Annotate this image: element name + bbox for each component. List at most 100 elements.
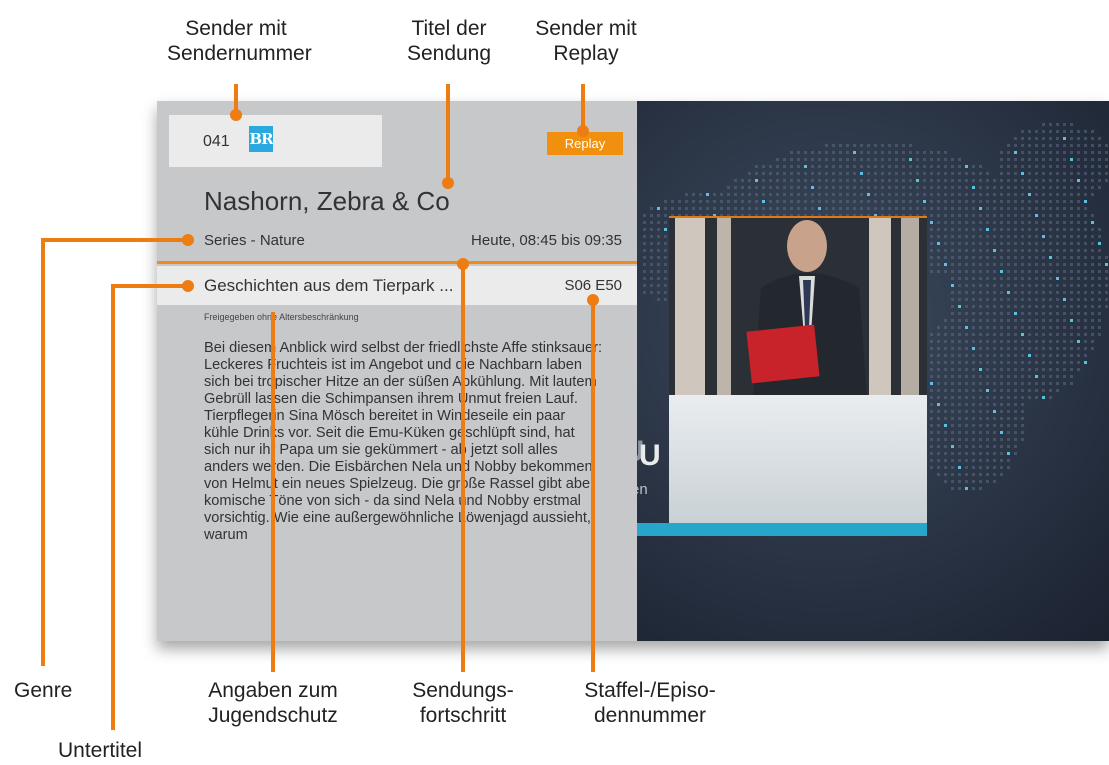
- map-dot: [1098, 263, 1101, 266]
- map-dot: [1056, 382, 1059, 385]
- map-dot: [979, 466, 982, 469]
- map-dot: [1035, 200, 1038, 203]
- map-dot: [979, 179, 982, 182]
- map-dot: [986, 347, 989, 350]
- map-dot: [1014, 186, 1017, 189]
- map-dot: [1063, 207, 1066, 210]
- map-dot: [1021, 326, 1024, 329]
- map-dot: [909, 179, 912, 182]
- map-dot: [930, 221, 933, 224]
- map-dot: [874, 207, 877, 210]
- map-dot: [937, 179, 940, 182]
- channel-box[interactable]: 041 BR: [169, 115, 382, 167]
- map-dot: [965, 277, 968, 280]
- map-dot: [951, 431, 954, 434]
- map-dot: [1077, 347, 1080, 350]
- map-dot: [951, 347, 954, 350]
- map-dot: [1098, 158, 1101, 161]
- map-dot: [1077, 186, 1080, 189]
- map-dot: [1014, 431, 1017, 434]
- map-dot: [678, 207, 681, 210]
- map-dot: [1035, 151, 1038, 154]
- map-dot: [1049, 228, 1052, 231]
- map-dot: [769, 193, 772, 196]
- map-dot: [993, 312, 996, 315]
- map-dot: [1091, 249, 1094, 252]
- map-dot: [1084, 326, 1087, 329]
- map-dot: [993, 200, 996, 203]
- map-dot: [993, 368, 996, 371]
- map-dot: [958, 487, 961, 490]
- map-dot: [1098, 228, 1101, 231]
- map-dot: [1056, 361, 1059, 364]
- map-dot: [972, 200, 975, 203]
- map-dot: [944, 396, 947, 399]
- map-dot: [1007, 277, 1010, 280]
- map-dot: [1000, 263, 1003, 266]
- map-dot: [1084, 249, 1087, 252]
- map-dot: [797, 179, 800, 182]
- map-dot: [671, 200, 674, 203]
- map-dot: [650, 235, 653, 238]
- map-dot: [965, 382, 968, 385]
- map-dot: [965, 333, 968, 336]
- map-dot: [972, 242, 975, 245]
- map-dot: [1042, 361, 1045, 364]
- replay-badge[interactable]: Replay: [547, 132, 623, 155]
- map-dot: [1014, 333, 1017, 336]
- map-dot: [979, 403, 982, 406]
- map-dot: [979, 284, 982, 287]
- map-dot: [1028, 396, 1031, 399]
- map-dot: [1014, 179, 1017, 182]
- map-dot: [1084, 228, 1087, 231]
- map-dot: [685, 207, 688, 210]
- map-dot: [1098, 137, 1101, 140]
- map-dot: [965, 361, 968, 364]
- map-dot: [930, 368, 933, 371]
- map-dot: [811, 207, 814, 210]
- map-dot: [1049, 242, 1052, 245]
- map-dot: [1084, 256, 1087, 259]
- map-dot: [1035, 319, 1038, 322]
- map-dot: [993, 221, 996, 224]
- map-dot: [958, 270, 961, 273]
- map-dot: [720, 207, 723, 210]
- map-dot: [937, 382, 940, 385]
- map-dot: [951, 361, 954, 364]
- map-dot: [1063, 130, 1066, 133]
- map-dot: [1070, 326, 1073, 329]
- map-dot: [972, 207, 975, 210]
- map-dot: [965, 424, 968, 427]
- map-dot: [944, 326, 947, 329]
- map-dot: [993, 424, 996, 427]
- map-dot: [1098, 165, 1101, 168]
- map-dot: [993, 452, 996, 455]
- video-preview[interactable]: U ND AU en: [637, 101, 1109, 641]
- map-dot: [853, 144, 856, 147]
- map-dot: [1056, 375, 1059, 378]
- map-dot: [1049, 214, 1052, 217]
- map-dot: [888, 172, 891, 175]
- map-dot: [986, 382, 989, 385]
- map-dot: [937, 438, 940, 441]
- map-dot: [804, 165, 807, 168]
- map-dot: [972, 396, 975, 399]
- map-dot: [965, 410, 968, 413]
- map-dot: [958, 382, 961, 385]
- map-dot: [965, 270, 968, 273]
- map-dot: [657, 298, 660, 301]
- map-dot: [986, 417, 989, 420]
- map-dot: [965, 179, 968, 182]
- map-dot: [1056, 368, 1059, 371]
- map-dot: [993, 438, 996, 441]
- annotation-titel: Titel der Sendung: [406, 17, 492, 65]
- map-dot: [881, 144, 884, 147]
- map-dot: [958, 193, 961, 196]
- map-dot: [1098, 179, 1101, 182]
- map-dot: [944, 424, 947, 427]
- map-dot: [657, 221, 660, 224]
- map-dot: [944, 389, 947, 392]
- map-dot: [986, 459, 989, 462]
- map-dot: [1091, 256, 1094, 259]
- map-dot: [972, 438, 975, 441]
